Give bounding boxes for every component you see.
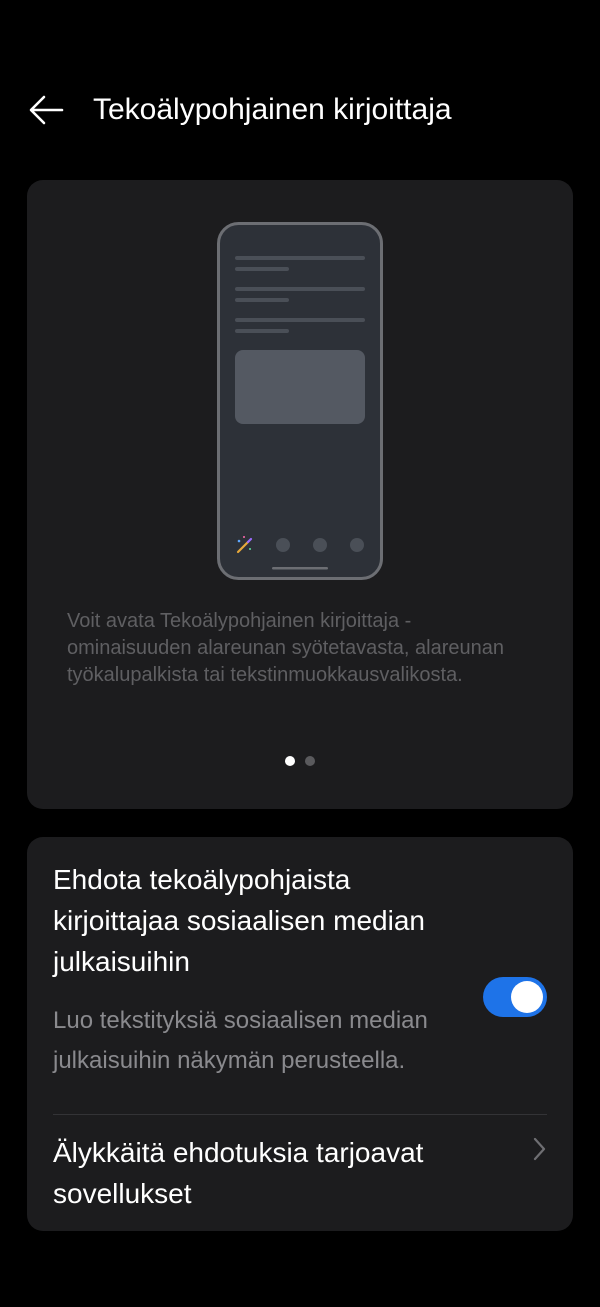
page-dot-active[interactable] [285, 756, 295, 766]
suggest-setting-description: Luo tekstityksiä sosiaalisen median julk… [53, 1007, 428, 1074]
settings-card: Ehdota tekoälypohjaista kirjoittajaa sos… [27, 837, 573, 1231]
smart-suggestion-apps-row[interactable]: Älykkäitä ehdotuksia tarjoavat sovelluks… [27, 1115, 573, 1231]
phone-illustration [217, 222, 383, 580]
suggest-toggle[interactable] [483, 977, 547, 1017]
smart-suggestion-apps-title: Älykkäitä ehdotuksia tarjoavat sovelluks… [53, 1137, 424, 1209]
page-title: Tekoälypohjainen kirjoittaja [93, 93, 452, 126]
page-dot[interactable] [305, 756, 315, 766]
page-indicator [283, 756, 319, 766]
header-bar: Tekoälypohjainen kirjoittaja [0, 78, 600, 144]
chevron-right-icon [533, 1137, 546, 1161]
intro-card: Voit avata Tekoälypohjainen kirjoittaja … [27, 180, 573, 809]
suggest-setting-row[interactable]: Ehdota tekoälypohjaista kirjoittajaa sos… [27, 859, 573, 1115]
suggest-setting-title: Ehdota tekoälypohjaista kirjoittajaa sos… [53, 864, 425, 977]
intro-description: Voit avata Tekoälypohjainen kirjoittaja … [67, 610, 504, 686]
toggle-knob [511, 981, 543, 1013]
back-arrow-icon [29, 95, 64, 125]
back-button[interactable] [26, 92, 66, 128]
